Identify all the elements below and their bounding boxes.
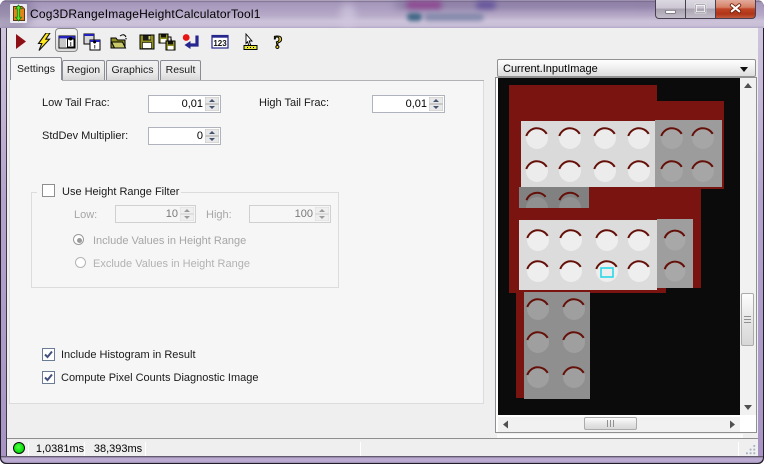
svg-text:123: 123: [213, 39, 227, 48]
svg-text:?: ?: [273, 33, 283, 51]
